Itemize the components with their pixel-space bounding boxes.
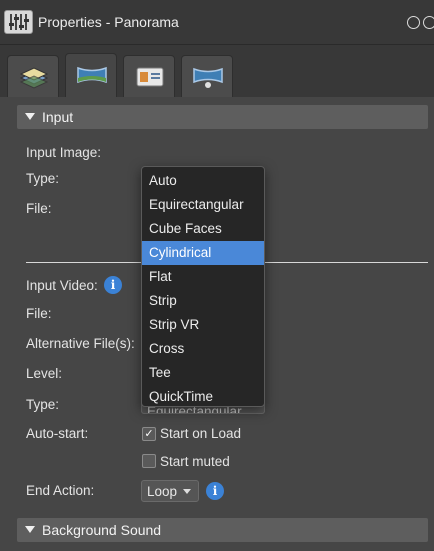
- close-window-icon[interactable]: [423, 16, 434, 29]
- float-window-icon[interactable]: [407, 16, 420, 29]
- tab-user-data[interactable]: [123, 55, 175, 97]
- dropdown-option[interactable]: Auto: [142, 169, 264, 193]
- title-bar: Properties - Panorama: [0, 0, 434, 45]
- dropdown-option[interactable]: Strip: [142, 289, 264, 313]
- info-icon[interactable]: i: [206, 482, 224, 500]
- panorama-icon: [77, 66, 107, 84]
- panorama-viewer-icon: [193, 67, 223, 88]
- end-action-select[interactable]: Loop: [141, 480, 199, 502]
- window-title: Properties - Panorama: [38, 14, 179, 30]
- id-card-icon: [136, 67, 164, 87]
- dropdown-option[interactable]: Cross: [142, 337, 264, 361]
- tab-layers[interactable]: [7, 55, 59, 97]
- dropdown-option[interactable]: Equirectangular: [142, 193, 264, 217]
- image-file-label: File:: [26, 201, 52, 216]
- image-type-label: Type:: [26, 171, 60, 186]
- input-image-label: Input Image:: [26, 145, 102, 160]
- end-action-label: End Action:: [26, 483, 95, 498]
- tab-bar: [0, 45, 434, 97]
- dropdown-option[interactable]: Strip VR: [142, 313, 264, 337]
- mixer-app-icon: [4, 10, 33, 34]
- video-file-label: File:: [26, 306, 52, 321]
- dropdown-option[interactable]: Cube Faces: [142, 217, 264, 241]
- section-title: Input: [42, 109, 74, 125]
- input-video-label: Input Video:: [26, 278, 98, 293]
- tab-panorama[interactable]: [65, 53, 117, 97]
- start-muted-checkbox[interactable]: [142, 454, 156, 468]
- end-action-value: Loop: [147, 484, 178, 499]
- start-on-load-label: Start on Load: [160, 426, 242, 441]
- layers-icon: [19, 67, 49, 89]
- dropdown-option-selected[interactable]: Cylindrical: [142, 241, 264, 265]
- alternative-files-label: Alternative File(s):: [26, 336, 135, 351]
- chevron-down-icon: [183, 489, 191, 494]
- collapse-triangle-icon: [25, 526, 35, 533]
- input-section-header[interactable]: Input: [17, 105, 428, 129]
- dropdown-option[interactable]: QuickTime: [142, 385, 264, 409]
- section-title: Background Sound: [42, 522, 162, 538]
- dropdown-option[interactable]: Flat: [142, 265, 264, 289]
- type-dropdown-menu: Auto Equirectangular Cube Faces Cylindri…: [141, 166, 265, 407]
- tab-viewer[interactable]: [181, 55, 233, 97]
- level-label: Level:: [26, 366, 63, 381]
- video-type-label: Type:: [26, 397, 60, 412]
- info-icon[interactable]: i: [104, 276, 122, 294]
- dropdown-option[interactable]: Tee: [142, 361, 264, 385]
- autostart-label: Auto-start:: [26, 426, 89, 441]
- start-on-load-checkbox[interactable]: ✓: [142, 427, 156, 441]
- collapse-triangle-icon: [25, 113, 35, 120]
- background-sound-section-header[interactable]: Background Sound: [17, 518, 428, 542]
- start-muted-label: Start muted: [160, 454, 230, 469]
